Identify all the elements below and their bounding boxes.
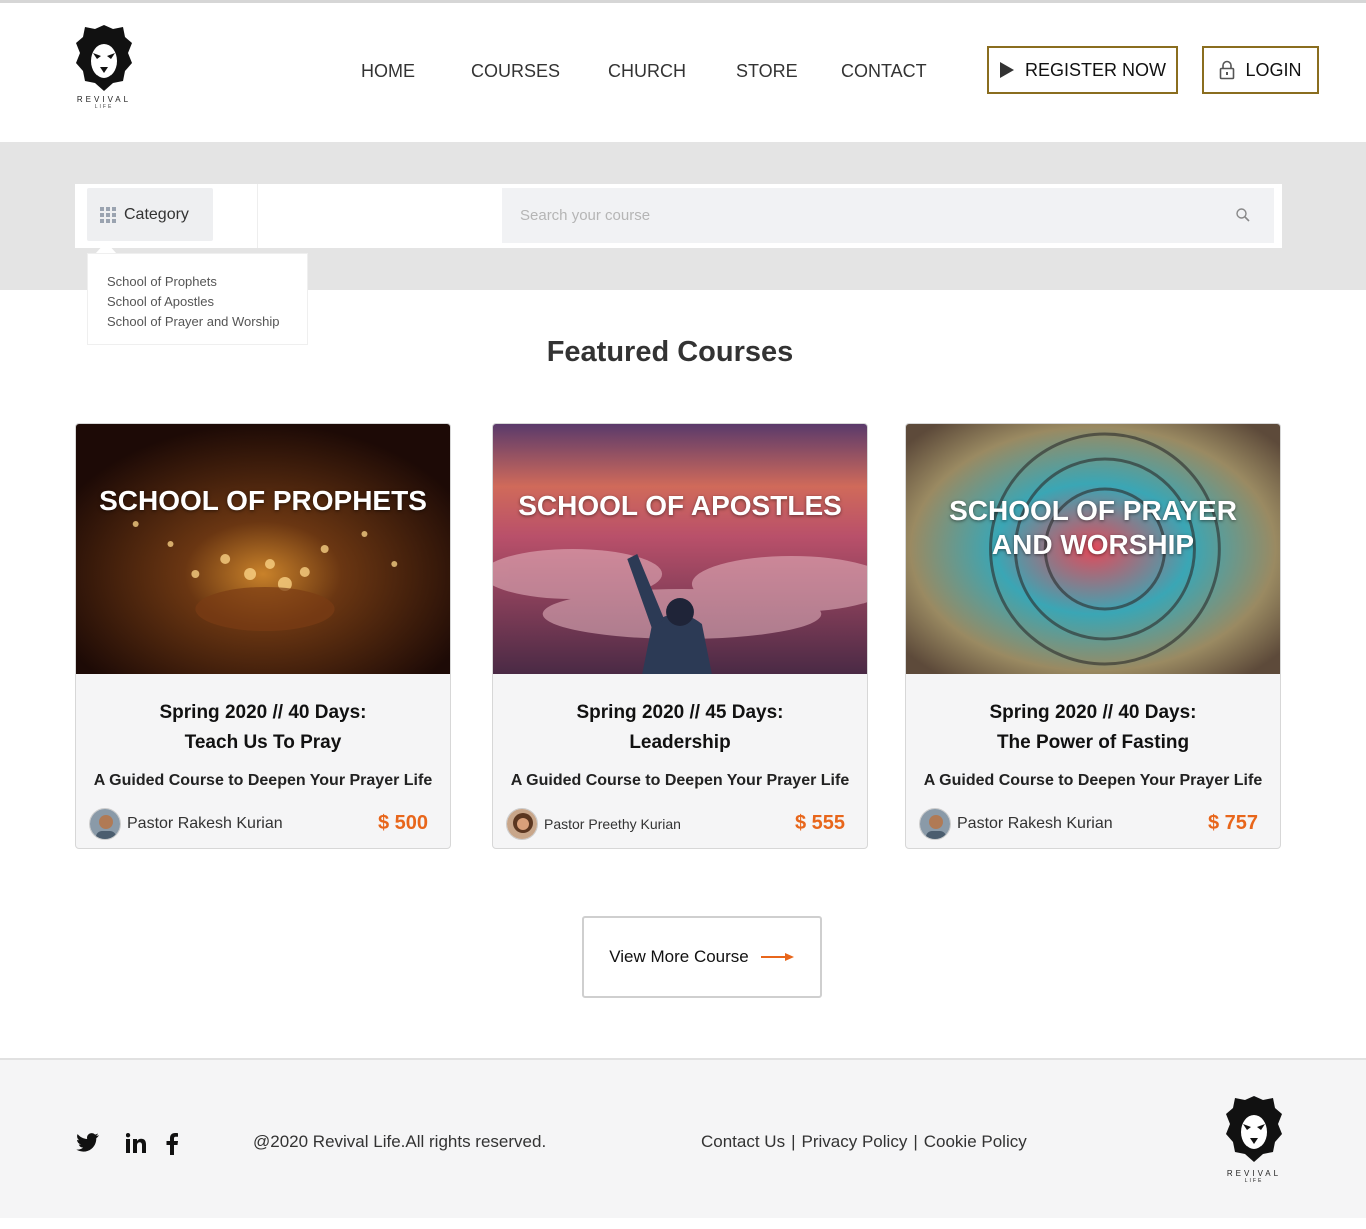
- privacy-policy-link[interactable]: Privacy Policy: [802, 1132, 908, 1151]
- lion-icon: [1226, 1096, 1282, 1162]
- view-more-course-button[interactable]: View More Course: [582, 916, 822, 998]
- nav-contact[interactable]: CONTACT: [841, 61, 927, 82]
- category-button[interactable]: Category: [87, 188, 213, 241]
- category-option[interactable]: School of Prayer and Worship: [107, 312, 307, 332]
- course-author: Pastor Rakesh Kurian: [919, 808, 1113, 840]
- search-input[interactable]: [502, 188, 1274, 243]
- course-title[interactable]: Spring 2020 // 45 Days: Leadership: [493, 698, 867, 758]
- course-banner-line1: SCHOOL OF PRAYER: [949, 495, 1237, 526]
- view-more-label: View More Course: [609, 947, 749, 966]
- logo-wordmark: REVIVAL: [1226, 1169, 1282, 1178]
- link-separator: |: [791, 1132, 796, 1151]
- course-image: [76, 424, 450, 674]
- author-name: Pastor Preethy Kurian: [544, 816, 681, 832]
- search-icon[interactable]: [1236, 208, 1250, 222]
- register-now-button[interactable]: REGISTER NOW: [987, 46, 1178, 94]
- nav-home[interactable]: HOME: [361, 61, 415, 82]
- course-author: Pastor Preethy Kurian: [506, 808, 681, 840]
- category-dropdown: School of Prophets School of Apostles Sc…: [87, 253, 308, 345]
- search-bar: Category: [75, 184, 1282, 248]
- course-title[interactable]: Spring 2020 // 40 Days: Teach Us To Pray: [76, 698, 450, 758]
- course-banner: SCHOOL OF PRAYER AND WORSHIP: [906, 494, 1280, 562]
- logo-wordmark-sub: LIFE: [94, 104, 114, 110]
- login-button[interactable]: LOGIN: [1202, 46, 1319, 94]
- grid-icon: [100, 206, 116, 223]
- featured-courses-title: Featured Courses: [546, 336, 794, 368]
- course-author: Pastor Rakesh Kurian: [89, 808, 283, 840]
- author-name: Pastor Rakesh Kurian: [957, 815, 1113, 832]
- lion-icon: [76, 25, 132, 91]
- course-card[interactable]: SCHOOL OF PRAYER AND WORSHIP Spring 2020…: [905, 423, 1281, 849]
- course-price: $ 500: [377, 812, 428, 834]
- course-price: $ 555: [794, 812, 845, 834]
- course-subtitle: A Guided Course to Deepen Your Prayer Li…: [510, 772, 850, 789]
- site-header: REVIVAL LIFE HOME COURSES CHURCH STORE C…: [0, 3, 1366, 135]
- nav-store[interactable]: STORE: [736, 61, 798, 82]
- footer-links: Contact Us | Privacy Policy | Cookie Policy: [701, 1132, 1027, 1152]
- course-banner: SCHOOL OF APOSTLES: [518, 490, 842, 521]
- course-title-line2: The Power of Fasting: [996, 732, 1190, 753]
- logo-wordmark-sub: LIFE: [1244, 1178, 1264, 1184]
- course-banner-line2: AND WORSHIP: [991, 529, 1195, 560]
- avatar: [89, 808, 121, 840]
- contact-us-link[interactable]: Contact Us: [701, 1132, 785, 1151]
- cookie-policy-link[interactable]: Cookie Policy: [924, 1132, 1027, 1151]
- avatar: [919, 808, 951, 840]
- course-subtitle: A Guided Course to Deepen Your Prayer Li…: [93, 772, 433, 789]
- search-divider: [257, 184, 258, 248]
- category-option[interactable]: School of Apostles: [107, 292, 307, 312]
- course-card[interactable]: SCHOOL OF APOSTLES Spring 2020 // 45 Day…: [492, 423, 868, 849]
- course-title-line1: Spring 2020 // 45 Days:: [576, 702, 784, 723]
- course-card[interactable]: SCHOOL OF PROPHETS Spring 2020 // 40 Day…: [75, 423, 451, 849]
- nav-courses[interactable]: COURSES: [471, 61, 560, 82]
- lock-icon: [1220, 60, 1235, 80]
- course-subtitle: A Guided Course to Deepen Your Prayer Li…: [923, 772, 1263, 789]
- play-icon: [999, 62, 1014, 78]
- link-separator: |: [913, 1132, 918, 1151]
- course-price: $ 757: [1207, 812, 1258, 834]
- site-footer: @2020 Revival Life.All rights reserved. …: [0, 1058, 1366, 1218]
- logo-wordmark: REVIVAL: [76, 95, 132, 104]
- course-title[interactable]: Spring 2020 // 40 Days: The Power of Fas…: [906, 698, 1280, 758]
- twitter-icon[interactable]: [76, 1133, 100, 1153]
- category-option[interactable]: School of Prophets: [107, 272, 307, 292]
- login-label: LOGIN: [1245, 59, 1302, 80]
- course-title-line1: Spring 2020 // 40 Days:: [159, 702, 367, 723]
- course-banner: SCHOOL OF PROPHETS: [99, 485, 427, 516]
- course-title-line2: Teach Us To Pray: [184, 732, 342, 753]
- nav-church[interactable]: CHURCH: [608, 61, 686, 82]
- register-now-label: REGISTER NOW: [1024, 59, 1166, 80]
- course-image: [493, 424, 867, 674]
- revival-life-logo[interactable]: REVIVAL LIFE: [70, 23, 138, 119]
- linkedin-icon[interactable]: [126, 1133, 148, 1153]
- facebook-icon[interactable]: [165, 1133, 179, 1155]
- course-title-line2: Leadership: [629, 732, 731, 753]
- arrow-right-icon: [760, 953, 794, 961]
- category-label: Category: [124, 205, 189, 223]
- copyright-text: @2020 Revival Life.All rights reserved.: [253, 1132, 547, 1151]
- course-title-line1: Spring 2020 // 40 Days:: [989, 702, 1197, 723]
- footer-logo[interactable]: REVIVAL LIFE: [1220, 1094, 1288, 1184]
- author-name: Pastor Rakesh Kurian: [127, 815, 283, 832]
- avatar: [506, 808, 538, 840]
